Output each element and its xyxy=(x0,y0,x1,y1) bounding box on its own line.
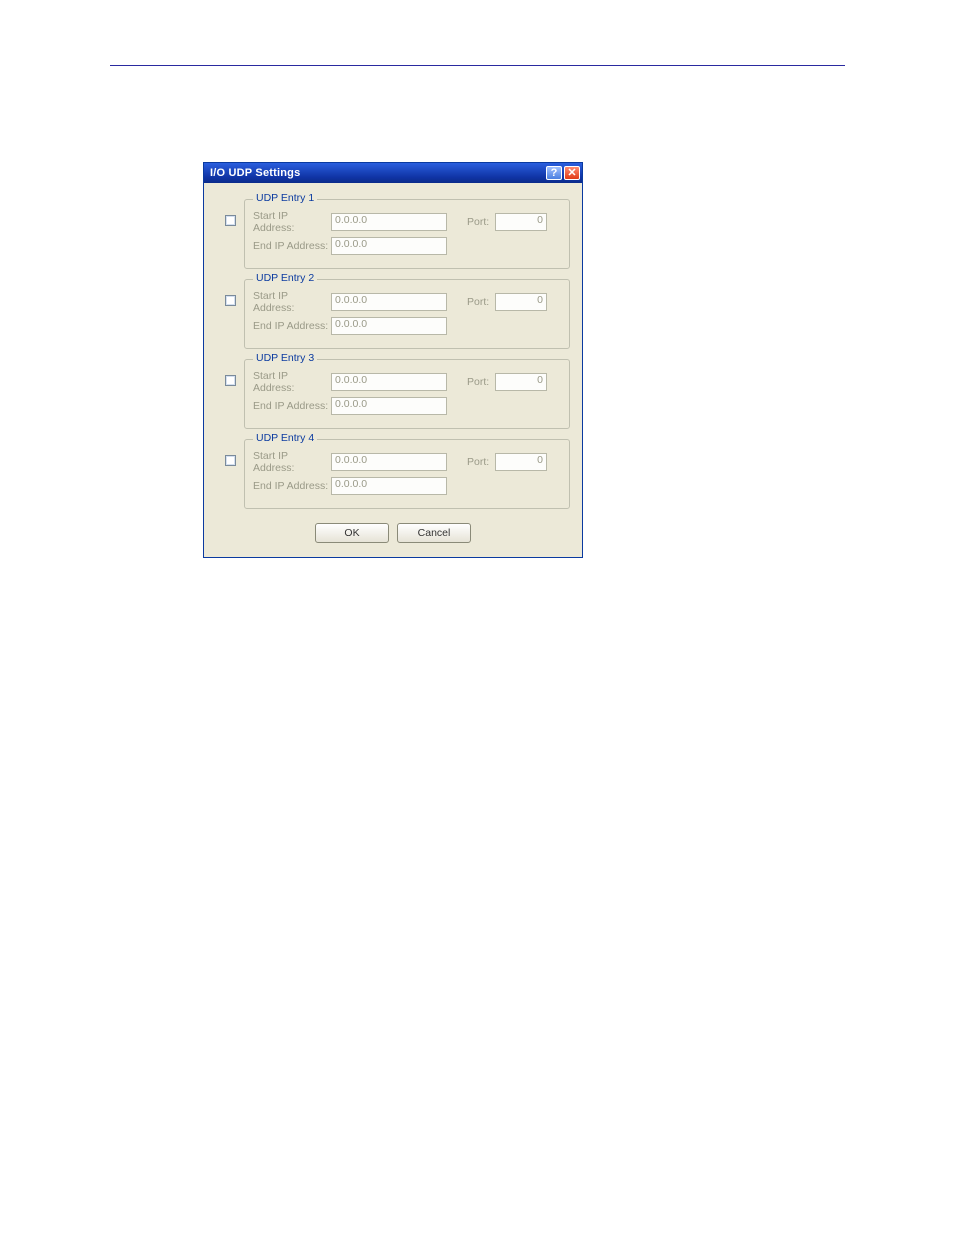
udp-entry-4-legend: UDP Entry 4 xyxy=(253,432,317,444)
button-label: Cancel xyxy=(418,527,451,539)
end-ip-label: End IP Address: xyxy=(253,240,331,252)
input-value: 0 xyxy=(537,454,543,466)
input-value: 0.0.0.0 xyxy=(335,454,367,466)
start-ip-label: Start IP Address: xyxy=(253,210,331,234)
entry-checkbox-col xyxy=(216,433,244,466)
udp-entry-2-end-ip-input[interactable]: 0.0.0.0 xyxy=(331,317,447,335)
entry-checkbox-col xyxy=(216,353,244,386)
end-ip-label: End IP Address: xyxy=(253,400,331,412)
dialog-body: UDP Entry 1 Start IP Address: 0.0.0.0 Po… xyxy=(204,183,582,557)
dialog-button-row: OK Cancel xyxy=(216,513,570,547)
cancel-button[interactable]: Cancel xyxy=(397,523,471,543)
start-ip-label: Start IP Address: xyxy=(253,290,331,314)
field-row: Start IP Address: 0.0.0.0 Port: 0 xyxy=(253,452,561,472)
udp-entry-4-port-input[interactable]: 0 xyxy=(495,453,547,471)
udp-entry-2-start-ip-input[interactable]: 0.0.0.0 xyxy=(331,293,447,311)
udp-entry-3-legend: UDP Entry 3 xyxy=(253,352,317,364)
port-label: Port: xyxy=(467,296,495,308)
io-udp-settings-dialog: I/O UDP Settings ? ✕ UDP Entry 1 xyxy=(203,162,583,558)
field-row: End IP Address: 0.0.0.0 xyxy=(253,316,561,336)
field-row: End IP Address: 0.0.0.0 xyxy=(253,396,561,416)
input-value: 0.0.0.0 xyxy=(335,318,367,330)
udp-entry-1-legend: UDP Entry 1 xyxy=(253,192,317,204)
dialog-title: I/O UDP Settings xyxy=(210,167,546,179)
udp-entry-3-port-input[interactable]: 0 xyxy=(495,373,547,391)
input-value: 0 xyxy=(537,294,543,306)
udp-entry-4-start-ip-input[interactable]: 0.0.0.0 xyxy=(331,453,447,471)
udp-entry-1-start-ip-input[interactable]: 0.0.0.0 xyxy=(331,213,447,231)
udp-entry-row-2: UDP Entry 2 Start IP Address: 0.0.0.0 Po… xyxy=(216,273,570,349)
udp-entry-row-1: UDP Entry 1 Start IP Address: 0.0.0.0 Po… xyxy=(216,193,570,269)
udp-entry-4-checkbox[interactable] xyxy=(225,455,236,466)
port-label: Port: xyxy=(467,456,495,468)
udp-entry-2-group: UDP Entry 2 Start IP Address: 0.0.0.0 Po… xyxy=(244,279,570,349)
start-ip-label: Start IP Address: xyxy=(253,370,331,394)
header-divider xyxy=(110,65,845,66)
udp-entry-2-legend: UDP Entry 2 xyxy=(253,272,317,284)
start-ip-label: Start IP Address: xyxy=(253,450,331,474)
end-ip-label: End IP Address: xyxy=(253,320,331,332)
field-row: Start IP Address: 0.0.0.0 Port: 0 xyxy=(253,212,561,232)
udp-entry-1-port-input[interactable]: 0 xyxy=(495,213,547,231)
udp-entry-3-end-ip-input[interactable]: 0.0.0.0 xyxy=(331,397,447,415)
button-label: OK xyxy=(344,527,359,539)
input-value: 0.0.0.0 xyxy=(335,214,367,226)
input-value: 0.0.0.0 xyxy=(335,238,367,250)
input-value: 0.0.0.0 xyxy=(335,374,367,386)
field-row: End IP Address: 0.0.0.0 xyxy=(253,476,561,496)
help-button[interactable]: ? xyxy=(546,166,562,180)
udp-entry-3-start-ip-input[interactable]: 0.0.0.0 xyxy=(331,373,447,391)
close-icon: ✕ xyxy=(567,168,576,179)
question-icon: ? xyxy=(551,168,558,179)
udp-entry-2-checkbox[interactable] xyxy=(225,295,236,306)
udp-entry-4-group: UDP Entry 4 Start IP Address: 0.0.0.0 Po… xyxy=(244,439,570,509)
page-root: I/O UDP Settings ? ✕ UDP Entry 1 xyxy=(0,0,954,1235)
field-row: Start IP Address: 0.0.0.0 Port: 0 xyxy=(253,372,561,392)
input-value: 0.0.0.0 xyxy=(335,478,367,490)
input-value: 0.0.0.0 xyxy=(335,398,367,410)
close-button[interactable]: ✕ xyxy=(564,166,580,180)
udp-entry-row-3: UDP Entry 3 Start IP Address: 0.0.0.0 Po… xyxy=(216,353,570,429)
end-ip-label: End IP Address: xyxy=(253,480,331,492)
udp-entry-3-group: UDP Entry 3 Start IP Address: 0.0.0.0 Po… xyxy=(244,359,570,429)
udp-entry-1-checkbox[interactable] xyxy=(225,215,236,226)
port-label: Port: xyxy=(467,216,495,228)
port-label: Port: xyxy=(467,376,495,388)
input-value: 0 xyxy=(537,374,543,386)
ok-button[interactable]: OK xyxy=(315,523,389,543)
entry-checkbox-col xyxy=(216,193,244,226)
udp-entry-row-4: UDP Entry 4 Start IP Address: 0.0.0.0 Po… xyxy=(216,433,570,509)
titlebar[interactable]: I/O UDP Settings ? ✕ xyxy=(204,163,582,183)
udp-entry-1-end-ip-input[interactable]: 0.0.0.0 xyxy=(331,237,447,255)
titlebar-buttons: ? ✕ xyxy=(546,166,580,180)
udp-entry-3-checkbox[interactable] xyxy=(225,375,236,386)
field-row: Start IP Address: 0.0.0.0 Port: 0 xyxy=(253,292,561,312)
udp-entry-2-port-input[interactable]: 0 xyxy=(495,293,547,311)
input-value: 0 xyxy=(537,214,543,226)
udp-entry-4-end-ip-input[interactable]: 0.0.0.0 xyxy=(331,477,447,495)
udp-entry-1-group: UDP Entry 1 Start IP Address: 0.0.0.0 Po… xyxy=(244,199,570,269)
input-value: 0.0.0.0 xyxy=(335,294,367,306)
field-row: End IP Address: 0.0.0.0 xyxy=(253,236,561,256)
entry-checkbox-col xyxy=(216,273,244,306)
